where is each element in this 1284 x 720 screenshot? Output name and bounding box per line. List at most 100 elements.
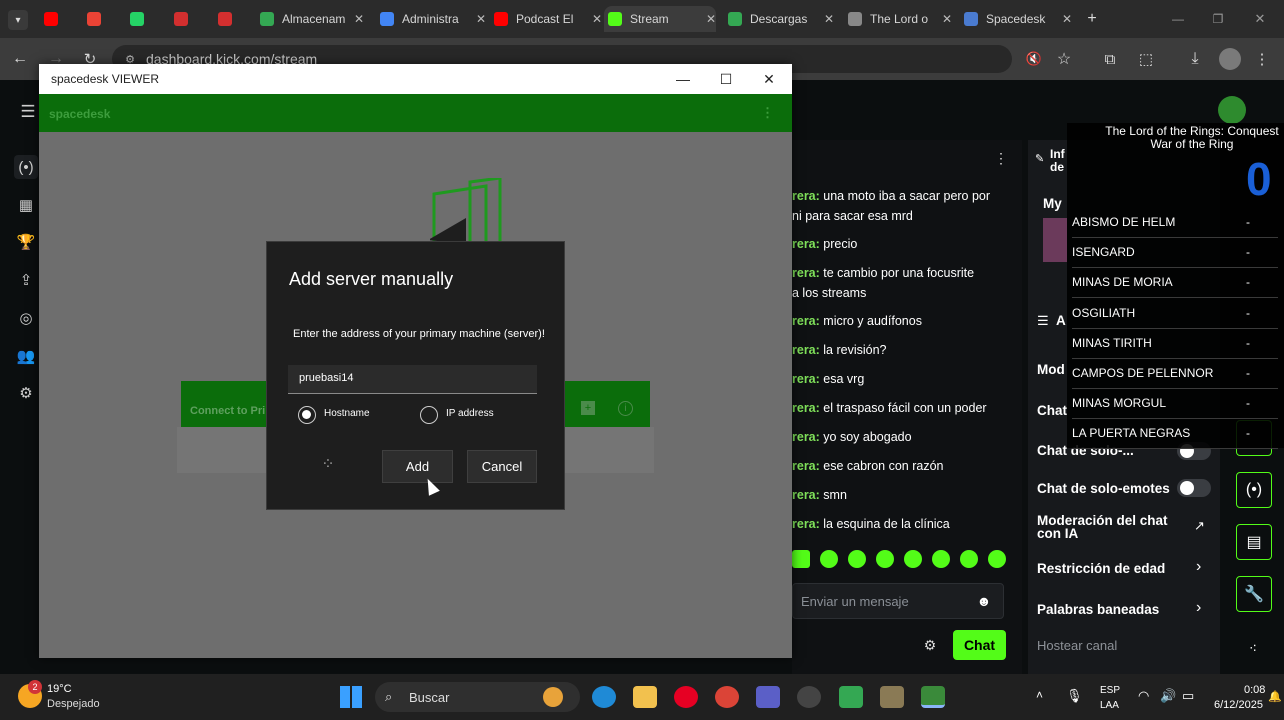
- sd-close-icon[interactable]: ✕: [748, 64, 790, 94]
- browser-tab[interactable]: [170, 6, 200, 32]
- weather-desc[interactable]: Despejado: [47, 698, 100, 710]
- pin-icon[interactable]: ✎: [1035, 152, 1044, 165]
- browser-tab[interactable]: Administra ✕: [376, 6, 486, 32]
- wifi-icon[interactable]: ◠: [1138, 688, 1149, 704]
- clock-date[interactable]: 6/12/2025: [1214, 699, 1263, 711]
- tab-close-icon[interactable]: ✕: [592, 12, 602, 26]
- stream-nav-icon[interactable]: (•): [14, 155, 38, 179]
- battery-icon[interactable]: ▭: [1182, 688, 1194, 704]
- emote-icon[interactable]: [876, 550, 894, 568]
- browser-tab[interactable]: [214, 6, 244, 32]
- browser-tab[interactable]: Stream ✕: [604, 6, 716, 32]
- tab-close-icon[interactable]: ✕: [476, 12, 486, 26]
- chat-message-input[interactable]: Enviar un mensaje ☻: [792, 583, 1004, 619]
- add-server-icon[interactable]: +: [581, 401, 595, 415]
- microphone-icon[interactable]: 🎙: [1066, 688, 1083, 704]
- analytics-nav-icon[interactable]: ▦: [14, 193, 38, 217]
- chat-username[interactable]: rera:: [792, 343, 820, 357]
- puzzle-icon[interactable]: ⬚: [1136, 49, 1156, 69]
- emote-icon[interactable]: [820, 550, 838, 568]
- clock-time[interactable]: 0:08: [1244, 684, 1265, 696]
- tab-list-chevron-icon[interactable]: ▾: [8, 10, 28, 30]
- browser-tab[interactable]: The Lord o ✕: [844, 6, 952, 32]
- back-icon[interactable]: ←: [10, 49, 30, 69]
- tab-close-icon[interactable]: ✕: [706, 12, 716, 26]
- profile-avatar-icon[interactable]: [1219, 48, 1241, 70]
- download-icon[interactable]: ⤓: [1185, 49, 1205, 69]
- emoji-icon[interactable]: ☻: [975, 592, 993, 610]
- layout-icon[interactable]: ▤: [1236, 524, 1272, 560]
- chat-options-icon[interactable]: ⋮: [994, 150, 1008, 167]
- emote-icon[interactable]: [904, 550, 922, 568]
- mute-tab-icon[interactable]: 🔇: [1024, 49, 1044, 69]
- chat-settings-icon[interactable]: ⚙: [921, 636, 939, 654]
- browser-tab[interactable]: Descargas ✕: [724, 6, 834, 32]
- file-explorer-icon[interactable]: [633, 686, 657, 708]
- notification-bell-icon[interactable]: 🔔: [1268, 690, 1282, 703]
- wrench-icon[interactable]: 🔧: [1236, 576, 1272, 612]
- banned-words-label[interactable]: Palabras baneadas: [1037, 602, 1159, 617]
- hamburger-menu-icon[interactable]: ☰: [16, 100, 40, 124]
- emotes-only-toggle[interactable]: [1177, 479, 1211, 497]
- host-channel-label[interactable]: Hostear canal: [1037, 638, 1117, 653]
- chat-username[interactable]: rera:: [792, 314, 820, 328]
- weather-temp[interactable]: 19°C: [47, 683, 72, 695]
- sd-maximize-icon[interactable]: ☐: [705, 64, 747, 94]
- browser-tab[interactable]: [40, 6, 70, 32]
- restore-icon[interactable]: ❐: [1208, 9, 1228, 29]
- menu-dots-icon[interactable]: ⋮: [1252, 49, 1272, 69]
- extensions-icon[interactable]: ⧉: [1100, 49, 1120, 69]
- chat-username[interactable]: rera:: [792, 430, 820, 444]
- spacedesk-app-icon[interactable]: [921, 686, 945, 708]
- browser-tab[interactable]: Almacenam ✕: [256, 6, 364, 32]
- emote-icon[interactable]: [932, 550, 950, 568]
- uploads-nav-icon[interactable]: ⇪: [14, 268, 38, 292]
- server-address-input[interactable]: pruebasi14: [288, 365, 537, 394]
- emote-icon[interactable]: [988, 550, 1006, 568]
- taskbar-search[interactable]: ⌕ Buscar: [375, 682, 580, 712]
- add-button[interactable]: Add: [382, 450, 453, 483]
- chat-username[interactable]: rera:: [792, 372, 820, 386]
- game-icon[interactable]: [880, 686, 904, 708]
- ip-address-radio[interactable]: [420, 406, 438, 424]
- chevron-right-icon[interactable]: ›: [1196, 558, 1201, 576]
- info-icon[interactable]: i: [618, 401, 633, 416]
- emote-icon[interactable]: [848, 550, 866, 568]
- language-sub[interactable]: LAA: [1100, 700, 1119, 711]
- community-nav-icon[interactable]: 👥: [14, 344, 38, 368]
- browser-tab[interactable]: Spacedesk ✕: [960, 6, 1072, 32]
- chat-username[interactable]: rera:: [792, 517, 820, 531]
- more-actions-icon[interactable]: ⁖: [1243, 638, 1263, 658]
- age-restriction-label[interactable]: Restricción de edad: [1037, 561, 1165, 576]
- trophy-nav-icon[interactable]: 🏆: [14, 230, 38, 254]
- chevron-right-icon[interactable]: ›: [1196, 599, 1201, 617]
- chat-username[interactable]: rera:: [792, 189, 820, 203]
- chat-send-button[interactable]: Chat: [953, 630, 1006, 660]
- chrome-icon[interactable]: [715, 686, 739, 708]
- chat-username[interactable]: rera:: [792, 459, 820, 473]
- sd-minimize-icon[interactable]: —: [662, 64, 704, 94]
- tab-close-icon[interactable]: ✕: [824, 12, 834, 26]
- chat-username[interactable]: rera:: [792, 237, 820, 251]
- tray-chevron-icon[interactable]: ˄: [1036, 688, 1043, 702]
- browser-tab[interactable]: [126, 6, 156, 32]
- edge-icon[interactable]: [592, 686, 616, 708]
- cancel-button[interactable]: Cancel: [467, 450, 537, 483]
- kick-avatar-icon[interactable]: [1218, 96, 1246, 124]
- browser-tab[interactable]: Podcast El ✕: [490, 6, 602, 32]
- pinterest-icon[interactable]: [674, 686, 698, 708]
- tab-close-icon[interactable]: ✕: [354, 12, 364, 26]
- broadcast-icon[interactable]: (•): [1236, 472, 1272, 508]
- tab-close-icon[interactable]: ✕: [942, 12, 952, 26]
- minimize-icon[interactable]: —: [1168, 9, 1188, 29]
- clips-nav-icon[interactable]: ◎: [14, 306, 38, 330]
- windows-start-icon[interactable]: [340, 686, 362, 708]
- browser-tab[interactable]: [83, 6, 113, 32]
- drive-icon[interactable]: [839, 686, 863, 708]
- emote-icon[interactable]: [792, 550, 810, 568]
- sd-menu-icon[interactable]: ⋮: [761, 105, 774, 121]
- external-link-icon[interactable]: ↗: [1194, 518, 1205, 534]
- teams-icon[interactable]: [756, 686, 780, 708]
- ai-moderation-label[interactable]: Moderación del chat con IA: [1037, 514, 1187, 541]
- emote-icon[interactable]: [960, 550, 978, 568]
